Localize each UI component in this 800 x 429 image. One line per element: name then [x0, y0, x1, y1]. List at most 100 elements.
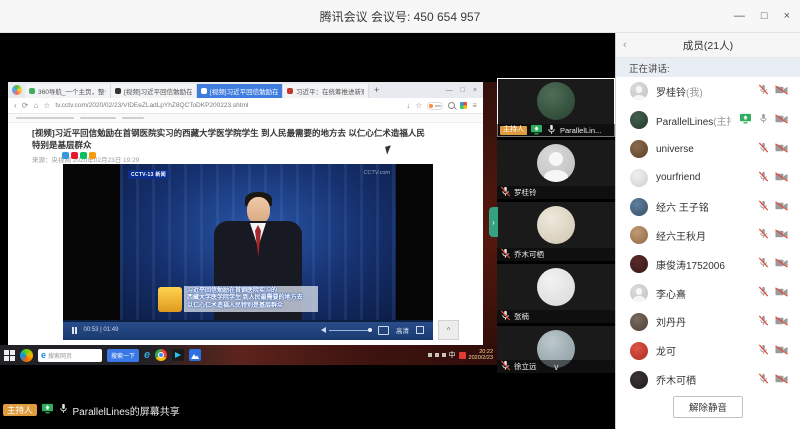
menu-icon[interactable]: ≡	[472, 102, 477, 110]
camera-icon[interactable]	[775, 172, 788, 182]
share-icon[interactable]	[89, 152, 96, 159]
member-row[interactable]: yourfriend	[630, 163, 788, 192]
camera-icon[interactable]	[775, 316, 788, 326]
mic-icon[interactable]	[546, 124, 557, 135]
member-row[interactable]: 李心熹	[630, 279, 788, 308]
camera-icon[interactable]	[775, 143, 788, 153]
browser-minimize-button[interactable]: —	[446, 87, 453, 94]
share-icon[interactable]	[80, 152, 87, 159]
back-icon[interactable]: ‹	[14, 102, 17, 110]
download-icon[interactable]: ↓	[406, 102, 410, 110]
bookmark-item[interactable]	[122, 117, 144, 120]
taskbar-clock[interactable]: 20:22 2020/2/23	[469, 349, 493, 361]
close-button[interactable]: ×	[784, 11, 790, 22]
share-icons-row[interactable]	[62, 152, 96, 159]
member-row[interactable]: universe	[630, 135, 788, 164]
extensions-grid-icon[interactable]	[460, 102, 467, 109]
volume-slider[interactable]	[329, 330, 371, 331]
camera-icon[interactable]	[775, 114, 788, 124]
mic-icon[interactable]	[758, 286, 769, 297]
mic-icon[interactable]	[758, 315, 769, 326]
taskbar-search-button[interactable]: 搜索一下	[107, 349, 139, 362]
fullscreen-icon[interactable]	[416, 326, 424, 334]
volume-control[interactable]	[318, 327, 371, 333]
participant-video-thumbnail[interactable]: 乔木可栖	[497, 202, 615, 261]
mic-icon[interactable]	[758, 84, 769, 95]
bookmark-item[interactable]	[16, 117, 74, 120]
account-login-pill[interactable]	[427, 102, 443, 110]
camera-icon[interactable]	[775, 345, 788, 355]
browser-tab[interactable]: [视频]习近平回信勉励在首钢医院实…	[197, 84, 283, 98]
camera-icon[interactable]	[775, 287, 788, 297]
camera-icon[interactable]	[775, 201, 788, 211]
camera-icon[interactable]	[775, 374, 788, 384]
tray-icon[interactable]	[442, 353, 446, 357]
participant-video-thumbnail[interactable]: 张楠	[497, 264, 615, 323]
ime-indicator[interactable]: 中	[449, 350, 456, 360]
camera-icon[interactable]	[775, 229, 788, 239]
bookmark-star-icon[interactable]: ☆	[43, 102, 50, 110]
mic-icon[interactable]	[758, 171, 769, 182]
tray-app-icon[interactable]	[459, 352, 466, 359]
member-row[interactable]: 经六 王子铭	[630, 192, 788, 221]
mic-icon[interactable]	[758, 257, 769, 268]
pause-button[interactable]	[72, 327, 77, 334]
more-participants-chevron-icon[interactable]: ∨	[553, 363, 560, 372]
unmute-button[interactable]: 解除静音	[673, 396, 743, 418]
participant-video-thumbnail[interactable]: 徐立远 ∨	[497, 326, 615, 373]
member-row[interactable]: 康俊涛1752006	[630, 250, 788, 279]
360-browser-icon[interactable]	[20, 349, 33, 362]
favorite-star-icon[interactable]: ☆	[415, 102, 422, 110]
browser-tab[interactable]: [视频]习近平回信勉励在首钢医院实…	[111, 84, 197, 98]
home-icon[interactable]: ⌂	[33, 102, 38, 110]
mic-icon[interactable]	[758, 113, 769, 124]
member-row[interactable]: 经六王秋月	[630, 221, 788, 250]
member-row[interactable]: 乔木可栖	[630, 365, 788, 394]
taskbar-search-box[interactable]: e 搜索网页	[38, 349, 102, 362]
quality-button[interactable]: 高清	[396, 325, 409, 335]
maximize-button[interactable]: □	[761, 11, 768, 22]
internet-explorer-icon[interactable]: e	[144, 350, 150, 361]
member-row[interactable]: 罗桂铃(我)	[630, 77, 788, 106]
mic-icon[interactable]	[758, 142, 769, 153]
member-row[interactable]: 龙可	[630, 336, 788, 365]
tray-icon[interactable]	[435, 353, 439, 357]
media-player-icon[interactable]	[172, 349, 184, 361]
chrome-icon[interactable]	[155, 349, 167, 361]
share-icon[interactable]	[71, 152, 78, 159]
collapse-panel-icon[interactable]: ‹	[623, 40, 627, 51]
bookmark-item[interactable]	[80, 117, 116, 120]
browser-tab[interactable]: 360导航_一个主页，整个世界	[25, 84, 111, 98]
camera-icon[interactable]	[775, 85, 788, 95]
participant-video-thumbnail[interactable]: 罗桂铃	[497, 140, 615, 199]
mic-icon[interactable]	[500, 248, 511, 259]
tray-icon[interactable]	[428, 353, 432, 357]
browser-tab[interactable]: 习近平：在统筹推进新冠肺炎疫情防…	[283, 84, 369, 98]
danmaku-icon[interactable]	[378, 326, 389, 335]
browser-maximize-button[interactable]: □	[461, 87, 465, 94]
mic-icon[interactable]	[58, 403, 69, 414]
mic-icon[interactable]	[758, 228, 769, 239]
camera-icon[interactable]	[775, 258, 788, 268]
video-player[interactable]: CCTV-13 新闻 CCTV.com 习近平回信勉励在首钢医院实习的 西藏大学…	[63, 164, 433, 340]
participant-video-thumbnail[interactable]: 主持人 ParallelLin...	[497, 78, 615, 137]
mic-icon[interactable]	[758, 373, 769, 384]
collapse-strip-handle[interactable]: ›	[489, 207, 498, 237]
mic-icon[interactable]	[758, 200, 769, 211]
member-row[interactable]: 刘丹丹	[630, 308, 788, 337]
member-row[interactable]: ParallelLines(主持人)	[630, 106, 788, 135]
mic-icon[interactable]	[500, 360, 511, 371]
url-bar[interactable]: tv.cctv.com/2020/02/23/VIDEeZLadLpYhZ8QC…	[55, 102, 248, 109]
share-icon[interactable]	[62, 152, 69, 159]
mic-icon[interactable]	[758, 344, 769, 355]
browser-logo-icon[interactable]	[12, 85, 22, 95]
volume-slider-handle[interactable]	[368, 328, 372, 332]
pinned-app-icon[interactable]	[189, 349, 201, 361]
windows-start-icon[interactable]	[4, 350, 15, 361]
mic-icon[interactable]	[500, 310, 511, 321]
mic-icon[interactable]	[500, 186, 511, 197]
new-tab-button[interactable]: +	[374, 85, 379, 95]
browser-close-button[interactable]: ×	[473, 87, 477, 94]
minimize-button[interactable]: —	[734, 11, 745, 22]
search-icon[interactable]	[448, 102, 455, 109]
